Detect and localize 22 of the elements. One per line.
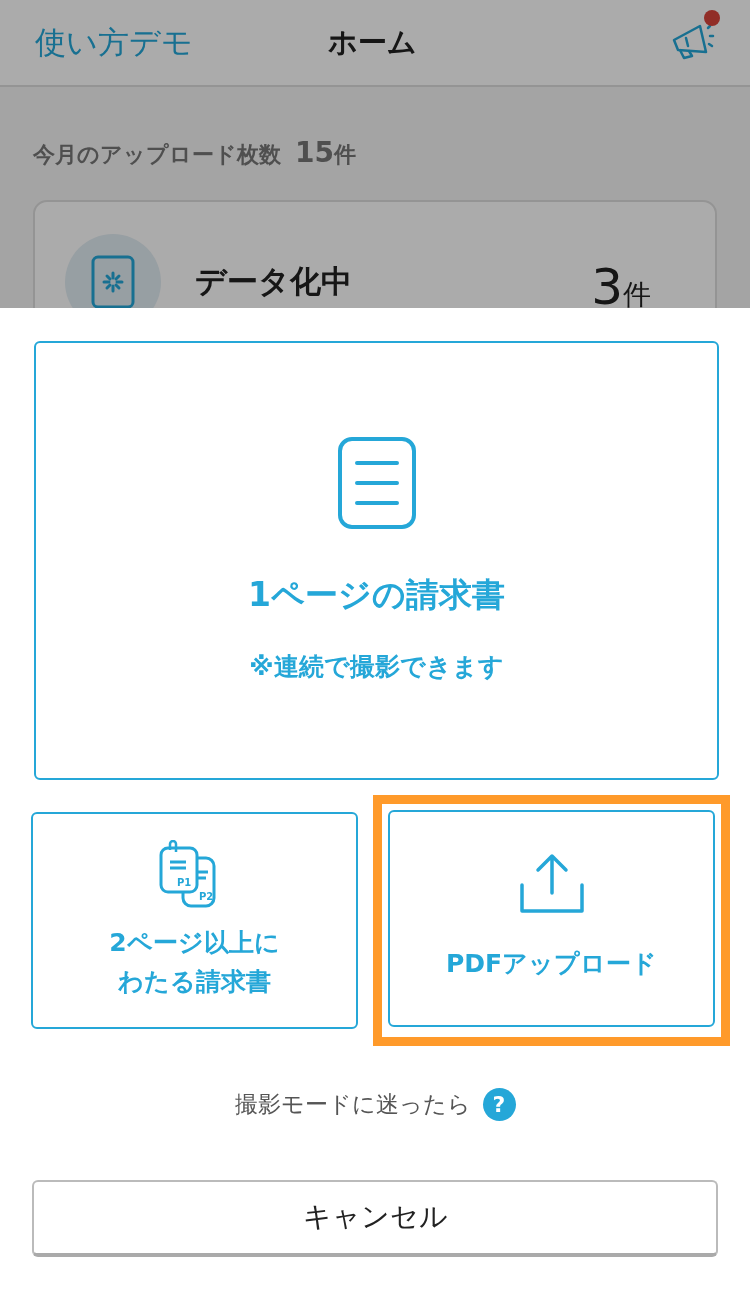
document-icon — [336, 436, 417, 530]
option-title: PDFアップロード — [445, 948, 658, 981]
option-title: 1ページの請求書 — [248, 574, 505, 616]
pdf-upload-option[interactable]: PDFアップロード — [388, 810, 715, 1027]
help-text: 撮影モードに迷ったら — [234, 1090, 471, 1119]
monthly-upload-count: 15件 — [295, 136, 356, 169]
upload-icon — [518, 853, 585, 916]
page-label: P2 — [198, 890, 213, 902]
demo-link[interactable]: 使い方デモ — [35, 19, 193, 66]
page-title: ホーム — [328, 23, 417, 61]
option-title: 2ページ以上に — [109, 926, 280, 959]
page-label: P1 — [176, 876, 191, 888]
multi-page-option[interactable]: P1 P2 2ページ以上に わたる請求書 — [31, 812, 358, 1029]
monthly-upload-label: 今月のアップロード枚数 — [33, 142, 281, 167]
help-icon[interactable]: ? — [482, 1087, 516, 1121]
status-label: データ化中 — [195, 262, 352, 301]
option-title: わたる請求書 — [118, 965, 271, 998]
status-count: 3件 — [591, 262, 651, 312]
cancel-button[interactable]: キャンセル — [32, 1179, 718, 1257]
pages-icon — [159, 839, 215, 908]
single-page-option[interactable]: 1ページの請求書 ※連続で撮影できます — [34, 341, 719, 780]
option-note: ※連続で撮影できます — [249, 650, 504, 683]
